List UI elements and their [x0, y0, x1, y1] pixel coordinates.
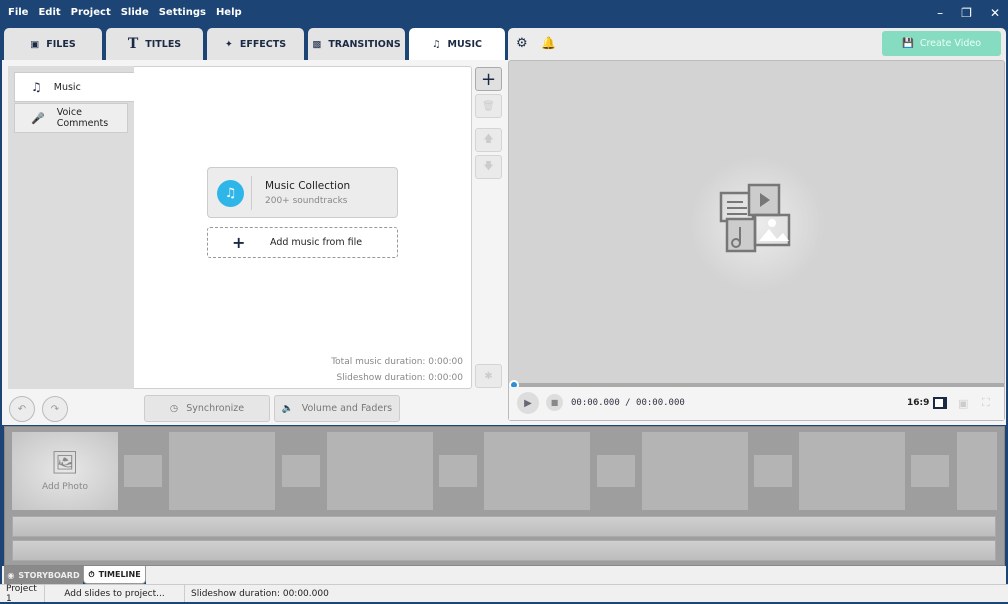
slide-slot [799, 432, 905, 510]
music-collection-button[interactable]: ♫ Music Collection 200+ soundtracks [207, 167, 398, 218]
add-image-icon: 🖼 [51, 450, 79, 476]
plus-icon: + [480, 68, 497, 90]
minimize-icon[interactable]: – [937, 6, 943, 20]
menu-edit[interactable]: Edit [38, 7, 60, 18]
menu-bar: File Edit Project Slide Settings Help [0, 0, 1008, 25]
transition-slot [439, 455, 477, 487]
title-bar: File Edit Project Slide Settings Help – … [0, 0, 1008, 28]
player-controls: ▶ ■ 00:00.000 / 00:00.000 16:9 ▣ ⛶ [509, 387, 1004, 420]
stop-icon: ■ [550, 398, 559, 407]
add-music-from-file-button[interactable]: + Add music from file [207, 227, 398, 258]
collection-subtitle: 200+ soundtracks [265, 196, 348, 206]
transition-slot [597, 455, 635, 487]
delete-button[interactable]: 🗑 [475, 94, 502, 118]
status-hint: Add slides to project... [45, 585, 185, 602]
time-display: 00:00.000 / 00:00.000 [571, 398, 685, 408]
status-bar: Project 1 Add slides to project... Slide… [0, 584, 1008, 604]
close-icon[interactable]: ✕ [990, 6, 1000, 20]
transition-slot [124, 455, 162, 487]
tab-files[interactable]: ▣ FILES [4, 28, 102, 60]
create-video-button[interactable]: 💾 Create Video [882, 31, 1001, 56]
status-duration: Slideshow duration: 00:00.000 [191, 588, 329, 599]
sidebar-item-music[interactable]: ♫ Music [14, 72, 134, 102]
frame-icon[interactable] [933, 397, 947, 409]
menu-project[interactable]: Project [71, 7, 111, 18]
slide-slot [957, 432, 997, 510]
add-photo-button[interactable]: 🖼 Add Photo [12, 432, 118, 510]
tab-timeline[interactable]: ⏱ TIMELINE [83, 566, 146, 584]
trash-icon: 🗑 [482, 100, 495, 112]
menu-settings[interactable]: Settings [159, 7, 206, 18]
volume-and-faders-button[interactable]: 🔈 Volume and Faders [274, 395, 400, 422]
save-icon: 💾 [901, 38, 914, 49]
stopwatch-icon: ⏱ [88, 569, 95, 579]
tab-music[interactable]: ♫ MUSIC [409, 28, 505, 60]
slideshow-duration: Slideshow duration: 0:00:00 [336, 373, 463, 383]
arrow-down-icon: 🡇 [483, 160, 494, 172]
add-button[interactable]: + [475, 67, 502, 91]
undo-icon: ↶ [17, 403, 27, 415]
menu-file[interactable]: File [8, 7, 28, 18]
right-toolbar: ⚙ 🔔 💾 Create Video [508, 28, 1006, 60]
stop-button[interactable]: ■ [546, 394, 563, 411]
status-project: Project 1 [0, 584, 45, 604]
undo-button[interactable]: ↶ [9, 396, 35, 422]
slide-slot [169, 432, 275, 510]
slide-slot [484, 432, 590, 510]
music-note-icon: ♫ [431, 38, 441, 50]
bell-icon[interactable]: 🔔 [541, 36, 556, 50]
play-icon: ▶ [524, 397, 532, 409]
music-note-icon: ♫ [31, 80, 42, 94]
slide-slot [642, 432, 748, 510]
total-music-duration: Total music duration: 0:00:00 [331, 357, 463, 367]
restore-icon[interactable]: ❐ [961, 6, 972, 20]
sidebar-item-voice-comments[interactable]: 🎤 Voice Comments [14, 103, 128, 133]
text-icon: T [127, 36, 139, 52]
arrow-up-icon: 🡅 [483, 133, 494, 145]
redo-icon: ↷ [50, 403, 60, 415]
tab-storyboard[interactable]: ◉ STORYBOARD [4, 566, 83, 584]
media-placeholder-icon [719, 183, 791, 253]
menu-help[interactable]: Help [216, 7, 242, 18]
broom-icon: ✱ [484, 370, 493, 382]
fullscreen-icon[interactable]: ⛶ [982, 396, 990, 410]
alarm-clock-icon: ◷ [169, 403, 179, 414]
view-tabs: ◉ STORYBOARD ⏱ TIMELINE [4, 566, 146, 584]
speaker-icon: 🔈 [281, 403, 294, 414]
transition-icon: ▩ [312, 38, 322, 50]
tab-titles[interactable]: T TITLES [106, 28, 203, 60]
tab-transitions[interactable]: ▩ TRANSITIONS [308, 28, 405, 60]
voice-track[interactable] [12, 540, 996, 561]
microphone-icon: 🎤 [31, 111, 45, 125]
play-button[interactable]: ▶ [517, 392, 539, 414]
add-media-icon: ▣ [30, 38, 40, 50]
video-preview [508, 60, 1005, 421]
menu-slide[interactable]: Slide [121, 7, 149, 18]
star-wand-icon: ✦ [224, 38, 233, 50]
redo-button[interactable]: ↷ [42, 396, 68, 422]
move-up-button[interactable]: 🡅 [475, 128, 502, 152]
slide-slot [327, 432, 433, 510]
layers-icon: ◉ [7, 570, 15, 580]
transition-slot [754, 455, 792, 487]
snapshot-icon[interactable]: ▣ [958, 397, 968, 410]
audio-track[interactable] [12, 516, 996, 537]
transition-slot [911, 455, 949, 487]
aspect-ratio[interactable]: 16:9 [907, 398, 929, 408]
clear-button[interactable]: ✱ [475, 364, 502, 388]
move-down-button[interactable]: 🡇 [475, 155, 502, 179]
tab-effects[interactable]: ✦ EFFECTS [207, 28, 304, 60]
music-note-icon: ♫ [217, 180, 244, 207]
collection-title: Music Collection [265, 180, 351, 192]
synchronize-button[interactable]: ◷ Synchronize [144, 395, 270, 422]
plus-icon: + [232, 233, 246, 252]
transition-slot [282, 455, 320, 487]
gear-icon[interactable]: ⚙ [516, 36, 528, 51]
